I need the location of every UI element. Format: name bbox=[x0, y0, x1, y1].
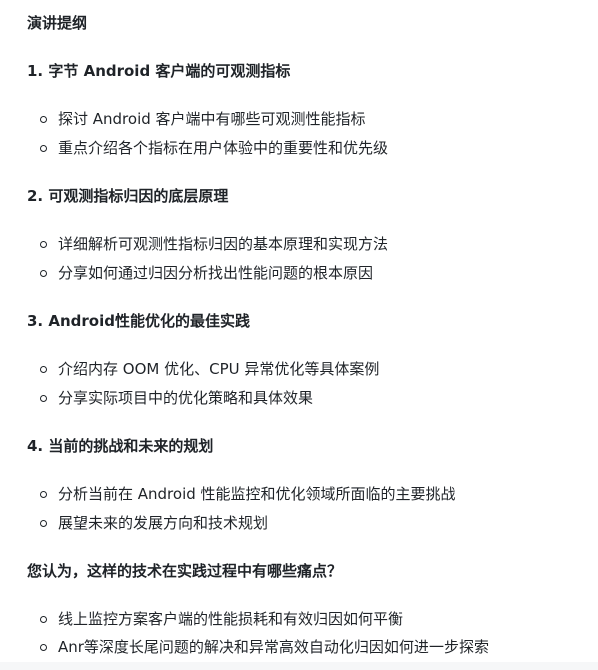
list-item: 重点介绍各个指标在用户体验中的重要性和优先级 bbox=[40, 136, 388, 160]
bullet-icon bbox=[40, 115, 47, 123]
outline-title: 演讲提纲 bbox=[27, 14, 88, 32]
bullet-icon bbox=[40, 490, 47, 498]
bullet-icon bbox=[40, 615, 47, 623]
bullet-icon bbox=[40, 365, 47, 373]
list-item: 探讨 Android 客户端中有哪些可观测性能指标 bbox=[40, 107, 366, 131]
list-item-text: 线上监控方案客户端的性能损耗和有效归因如何平衡 bbox=[58, 610, 404, 628]
bottom-edge bbox=[0, 662, 598, 670]
bullet-icon bbox=[40, 144, 47, 152]
list-item: 分享如何通过归因分析找出性能问题的根本原因 bbox=[40, 261, 373, 285]
list-item: Anr等深度长尾问题的解决和异常高效自动化归因如何进一步探索 bbox=[40, 635, 489, 659]
bullet-icon bbox=[40, 643, 47, 651]
bullet-icon bbox=[40, 394, 47, 402]
list-item: 线上监控方案客户端的性能损耗和有效归因如何平衡 bbox=[40, 607, 403, 631]
list-item: 展望未来的发展方向和技术规划 bbox=[40, 511, 268, 535]
list-item-text: 展望未来的发展方向和技术规划 bbox=[58, 514, 269, 532]
bullet-icon bbox=[40, 240, 47, 248]
list-item: 详细解析可观测性指标归因的基本原理和实现方法 bbox=[40, 232, 388, 256]
section-heading: 2. 可观测指标归因的底层原理 bbox=[27, 187, 229, 205]
section-heading: 您认为，这样的技术在实践过程中有哪些痛点？ bbox=[27, 562, 343, 580]
list-item-text: 分享如何通过归因分析找出性能问题的根本原因 bbox=[58, 264, 374, 282]
bullet-icon bbox=[40, 519, 47, 527]
section-heading: 4. 当前的挑战和未来的规划 bbox=[27, 437, 214, 455]
bullet-icon bbox=[40, 269, 47, 277]
list-item: 介绍内存 OOM 优化、CPU 异常优化等具体案例 bbox=[40, 357, 379, 381]
list-item-text: Anr等深度长尾问题的解决和异常高效自动化归因如何进一步探索 bbox=[58, 638, 489, 656]
list-item-text: 分享实际项目中的优化策略和具体效果 bbox=[58, 389, 314, 407]
list-item: 分享实际项目中的优化策略和具体效果 bbox=[40, 386, 313, 410]
list-item-text: 重点介绍各个指标在用户体验中的重要性和优先级 bbox=[58, 139, 389, 157]
list-item-text: 探讨 Android 客户端中有哪些可观测性能指标 bbox=[58, 110, 366, 128]
list-item-text: 详细解析可观测性指标归因的基本原理和实现方法 bbox=[58, 235, 389, 253]
section-heading: 1. 字节 Android 客户端的可观测指标 bbox=[27, 62, 291, 80]
section-heading: 3. Android性能优化的最佳实践 bbox=[27, 312, 250, 330]
list-item-text: 分析当前在 Android 性能监控和优化领域所面临的主要挑战 bbox=[58, 485, 456, 503]
list-item-text: 介绍内存 OOM 优化、CPU 异常优化等具体案例 bbox=[58, 360, 380, 378]
list-item: 分析当前在 Android 性能监控和优化领域所面临的主要挑战 bbox=[40, 482, 456, 506]
